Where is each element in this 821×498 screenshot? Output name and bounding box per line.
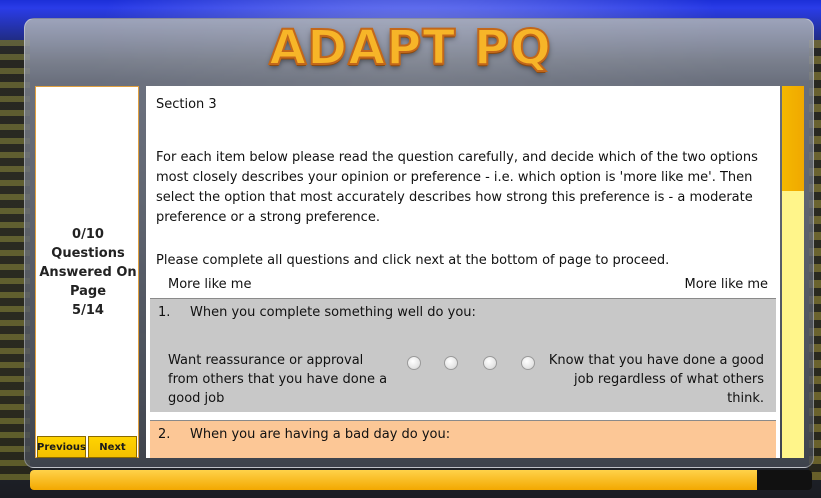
- more-like-me-left-header: More like me: [168, 277, 252, 292]
- question-number: 1.: [158, 305, 171, 320]
- option-right-text: Know that you have done a good job regar…: [548, 353, 764, 406]
- radio-moderate-left[interactable]: [444, 356, 458, 370]
- questionnaire-content: Section 3 For each item below please rea…: [146, 86, 780, 458]
- more-like-me-right-header: More like me: [684, 277, 768, 292]
- question-number: 2.: [158, 427, 171, 442]
- question-text: When you complete something well do you:: [190, 305, 476, 320]
- progress-label-1: Questions: [51, 246, 125, 261]
- option-left-text: Want reassurance or approval from others…: [168, 353, 388, 406]
- overall-progress-bar: [30, 470, 812, 490]
- question-item: 1. When you complete something well do y…: [150, 298, 776, 412]
- radio-strong-right[interactable]: [521, 356, 535, 370]
- overall-progress-fill: [30, 470, 758, 490]
- content-scrollbar[interactable]: [782, 86, 804, 458]
- question-text: When you are having a bad day do you:: [190, 427, 451, 442]
- scrollbar-thumb[interactable]: [782, 86, 804, 191]
- radio-moderate-right[interactable]: [483, 356, 497, 370]
- instructions-text: For each item below please read the ques…: [156, 150, 758, 225]
- page-indicator: 5/14: [72, 303, 104, 318]
- progress-status: 0/10 Questions Answered On Page 5/14: [36, 225, 140, 320]
- next-button[interactable]: Next: [88, 436, 137, 458]
- progress-panel: 0/10 Questions Answered On Page 5/14: [35, 86, 139, 458]
- radio-strong-left[interactable]: [407, 356, 421, 370]
- app-title: ADAPT PQ: [268, 19, 552, 77]
- answered-count: 0/10: [72, 227, 104, 242]
- section-title: Section 3: [156, 97, 217, 112]
- completion-note: Please complete all questions and click …: [156, 253, 670, 268]
- progress-label-3: Page: [69, 284, 107, 299]
- previous-button[interactable]: Previous: [37, 436, 86, 458]
- progress-label-2: Answered On: [39, 265, 137, 280]
- question-item: 2. When you are having a bad day do you:: [150, 420, 776, 458]
